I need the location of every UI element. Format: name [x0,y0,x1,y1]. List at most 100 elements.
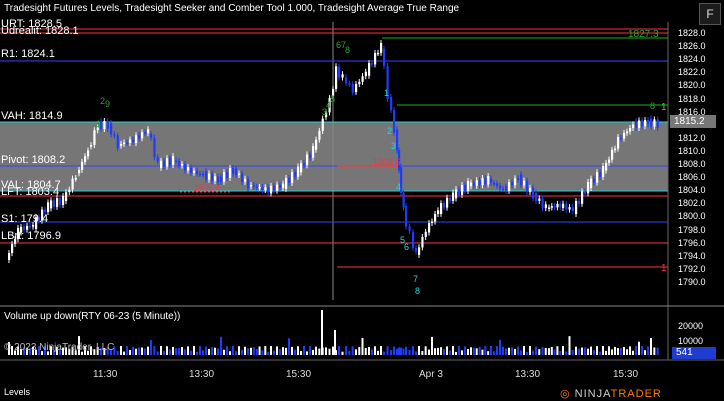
candle-body [135,135,138,144]
fullscreen-button[interactable]: F [699,3,721,25]
volume-bar [523,346,525,355]
candle-body [578,201,581,204]
volume-bar [541,347,544,355]
volume-bar [653,347,656,355]
volume-bar [584,347,586,355]
volume-bar [396,348,398,355]
volume-bar [472,347,475,355]
candle-body [315,139,318,150]
volume-bar [303,346,305,355]
candle-body [264,187,267,191]
candle-body [205,171,208,180]
candle-body [71,178,74,190]
volume-bar [345,346,347,355]
candle-body [396,129,399,151]
last-volume-marker: 541 [672,347,716,359]
volume-bar [514,348,516,355]
candle-body [538,198,541,201]
volume-bar [418,346,420,355]
candle-body [351,84,354,93]
volume-bar [493,351,495,355]
volume-bar [273,350,275,355]
volume-bar [338,346,340,355]
volume-bar [559,350,562,355]
candle-body [514,178,517,186]
candle-body [129,139,132,144]
volume-bar [620,347,622,355]
volume-spike [334,330,336,355]
seeker-green-1: 1 [96,119,101,129]
candle-body [11,243,14,254]
volume-bar [502,346,504,355]
volume-bar [141,347,143,355]
volume-bar [386,346,389,355]
time-label: 13:30 [189,369,215,380]
candle-body [196,170,199,174]
volume-bar [250,347,252,355]
candle-body [464,185,467,191]
volume-bar [252,347,255,355]
volume-bar [144,348,146,355]
volume-bar [116,350,119,355]
volume-bar [205,346,207,355]
price-tick-label: 1826.0 [678,41,706,52]
volume-bar [371,349,373,355]
candle-body [44,209,47,213]
candle-body [467,181,470,191]
candle-body [517,178,520,180]
price-chart[interactable]: 6 7 8 5 4 3 2 1 9 8 1 2 3 4 5 6 7 8 1827… [0,0,724,401]
candle-body [141,132,144,139]
candle-body [223,172,226,182]
candle-body [374,52,377,65]
volume-bar [244,346,246,355]
volume-bar [400,347,402,355]
volume-bar [132,346,134,355]
right-marker-red: 1 [661,263,667,274]
volume-bar [294,349,296,355]
seeker-cyan-8: 8 [415,286,420,296]
candle-body [258,186,261,189]
volume-tick-10000: 10000 [678,336,704,346]
volume-bar [632,350,634,355]
candle-body [644,119,647,127]
volume-bar [380,346,382,355]
volume-bar [315,346,317,355]
volume-bar [217,348,219,355]
candle-body [211,173,214,182]
volume-bar [434,348,436,355]
volume-bar [282,347,284,355]
candle-body [461,185,464,195]
candle-body [431,221,434,224]
candle-body [611,149,614,160]
value-area-band [0,122,668,191]
candle-body [502,188,505,191]
candle-body [232,168,235,174]
candle-body [53,200,56,207]
candle-body [217,176,220,183]
tab-levels[interactable]: Levels [4,387,30,397]
candle-body [74,177,77,180]
volume-bar [562,346,564,355]
volume-bar [306,351,308,355]
candle-body [361,76,364,82]
time-label: 15:30 [286,369,312,380]
candle-body [291,172,294,183]
volume-bar [220,336,222,355]
volume-bar [129,350,131,355]
volume-bar [464,346,466,355]
volume-bar [520,350,522,355]
candle-body [267,187,270,193]
time-label: Apr 3 [419,369,443,380]
volume-bar [421,351,424,355]
candle-body [199,173,202,176]
last-price-marker: 1815.2 [670,115,716,128]
candle-body [282,183,285,188]
candle-body [8,253,11,260]
volume-bar [193,346,195,355]
level-label-lft: LFT: 1803.4 [1,186,60,198]
level-label-s1: S1: 179.4 [1,213,49,225]
candle-body [50,200,53,209]
volume-bar [467,348,469,355]
candle-body [116,135,119,149]
candle-body [475,180,478,186]
